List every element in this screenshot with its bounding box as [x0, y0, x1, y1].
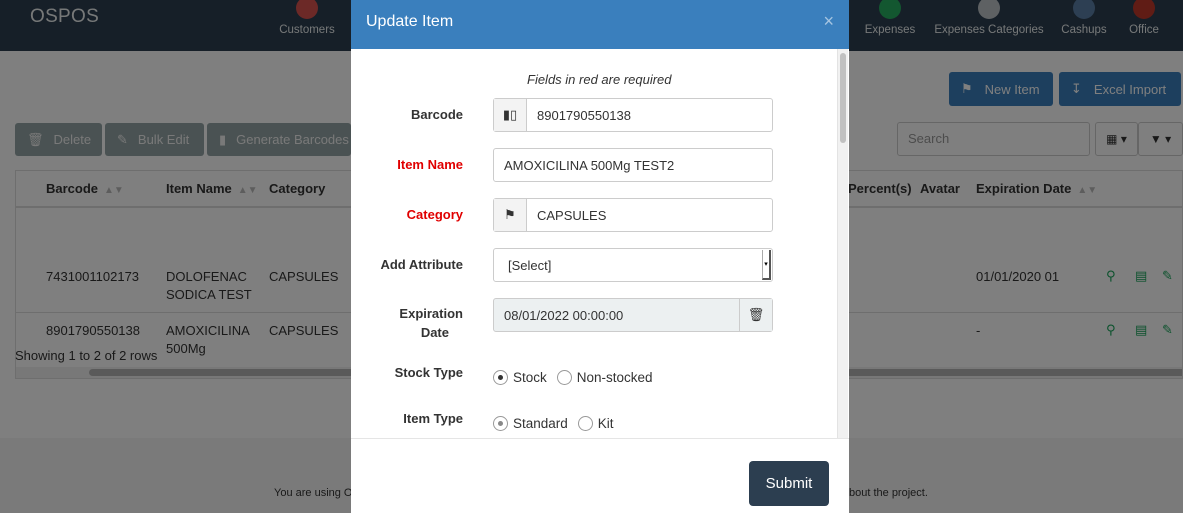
non-stocked-option-label: Non-stocked [576, 370, 653, 385]
tag-icon: ⚑ [494, 199, 527, 231]
expiration-date-field[interactable]: 08/01/2022 00:00:00 🗑 [493, 298, 773, 332]
expiration-date-label: Expiration Date [399, 306, 463, 340]
close-icon[interactable]: × [823, 11, 834, 32]
required-fields-note: Fields in red are required [527, 72, 672, 87]
category-field[interactable]: ⚑ CAPSULES [493, 198, 773, 232]
stock-type-options: Stock Non-stocked [493, 370, 663, 385]
item-name-value: AMOXICILINA 500Mg TEST2 [504, 157, 675, 173]
submit-button[interactable]: Submit [749, 461, 829, 506]
chevron-down-icon: ▾ [762, 250, 771, 280]
barcode-field[interactable]: ▮▯ 8901790550138 [493, 98, 773, 132]
standard-radio[interactable] [493, 416, 508, 431]
category-value: CAPSULES [537, 207, 607, 223]
kit-option-label: Kit [597, 416, 614, 431]
category-label: Category [406, 207, 463, 222]
modal-vertical-scrollbar[interactable] [837, 49, 848, 438]
modal-title: Update Item [366, 13, 454, 30]
modal-footer: Submit [351, 438, 849, 513]
standard-option-label: Standard [513, 416, 568, 431]
barcode-icon: ▮▯ [494, 99, 527, 131]
kit-radio[interactable] [577, 416, 593, 431]
add-attribute-select[interactable]: [Select] ▾ [493, 248, 773, 282]
trash-icon[interactable]: 🗑 [739, 299, 772, 331]
item-name-field[interactable]: AMOXICILINA 500Mg TEST2 [493, 148, 773, 182]
item-name-label: Item Name [397, 157, 463, 172]
barcode-value: 8901790550138 [537, 107, 631, 123]
barcode-label: Barcode [410, 107, 463, 122]
update-item-modal: Update Item × Fields in red are required… [351, 0, 849, 513]
stock-radio[interactable] [493, 370, 508, 385]
stock-option-label: Stock [513, 370, 547, 385]
add-attribute-label: Add Attribute [380, 257, 463, 272]
item-type-options: Standard Kit [493, 416, 624, 431]
expiration-date-value: 08/01/2022 00:00:00 [504, 307, 624, 323]
add-attribute-value: [Select] [508, 257, 552, 273]
modal-body: Fields in red are required Barcode ▮▯ 89… [351, 49, 849, 438]
scrollbar-thumb[interactable] [840, 53, 846, 143]
stock-type-label: Stock Type [394, 365, 463, 380]
item-type-label: Item Type [403, 411, 463, 426]
modal-header: Update Item × [351, 0, 849, 49]
non-stocked-radio[interactable] [556, 370, 572, 385]
